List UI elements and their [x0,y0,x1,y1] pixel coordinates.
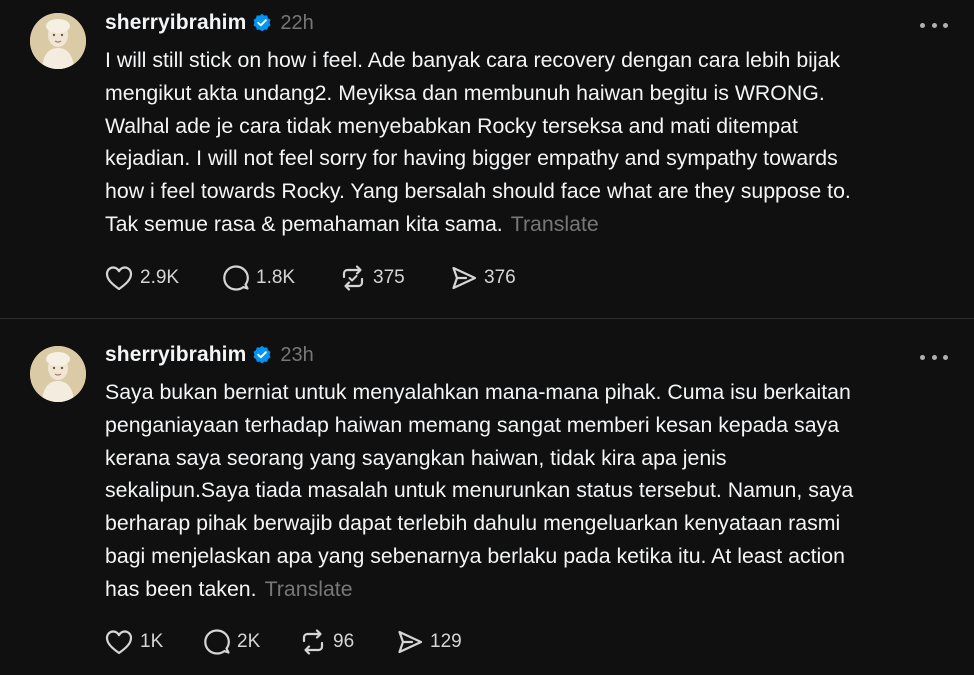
post-header: sherryibrahim 23h [105,340,314,370]
heart-icon [105,266,133,291]
avatar[interactable] [30,346,86,402]
translate-link[interactable]: Translate [511,212,599,236]
post-text: Saya bukan berniat untuk menyalahkan man… [105,376,955,606]
username[interactable]: sherryibrahim [105,343,246,367]
repost-button[interactable]: 96 [299,627,396,657]
reply-count: 1.8K [256,267,296,288]
reply-count: 2K [237,631,261,652]
like-count: 1K [140,631,164,652]
repost-icon [342,265,364,291]
like-count: 2.9K [140,267,180,288]
comment-icon [223,265,249,291]
threads-feed: sherryibrahim 22h I will still stick on … [0,0,974,675]
share-button[interactable]: 129 [396,627,462,657]
heart-icon [105,630,133,655]
like-button[interactable]: 2.9K [104,263,222,293]
verified-badge-icon [252,345,272,365]
more-options-icon[interactable] [920,20,948,30]
post-timestamp: 23h [280,343,314,366]
repost-count: 96 [333,631,355,652]
post-timestamp: 22h [280,11,314,34]
post-text: I will still stick on how i feel. Ade ba… [105,44,955,241]
reply-button[interactable]: 2K [203,627,299,657]
comment-icon [204,629,230,655]
repost-icon [302,629,324,655]
translate-link[interactable]: Translate [265,577,353,601]
post: sherryibrahim 22h I will still stick on … [0,0,974,318]
repost-count: 375 [373,267,405,288]
post-body: Saya bukan berniat untuk menyalahkan man… [105,380,854,601]
post-body: I will still stick on how i feel. Ade ba… [105,48,851,236]
like-button[interactable]: 1K [104,627,203,657]
post-header: sherryibrahim 22h [105,8,314,38]
share-count: 376 [484,267,516,288]
share-icon [452,266,477,290]
share-icon [398,630,423,654]
more-options-icon[interactable] [920,352,948,362]
reply-button[interactable]: 1.8K [222,263,339,293]
post: sherryibrahim 23h Saya bukan berniat unt… [0,319,974,675]
share-count: 129 [430,631,462,652]
repost-button[interactable]: 375 [339,263,450,293]
post-actions: 1K 2K 96 129 [104,627,462,657]
verified-badge-icon [252,13,272,33]
post-actions: 2.9K 1.8K 375 376 [104,263,516,293]
share-button[interactable]: 376 [450,263,516,293]
username[interactable]: sherryibrahim [105,11,246,35]
avatar[interactable] [30,13,86,69]
